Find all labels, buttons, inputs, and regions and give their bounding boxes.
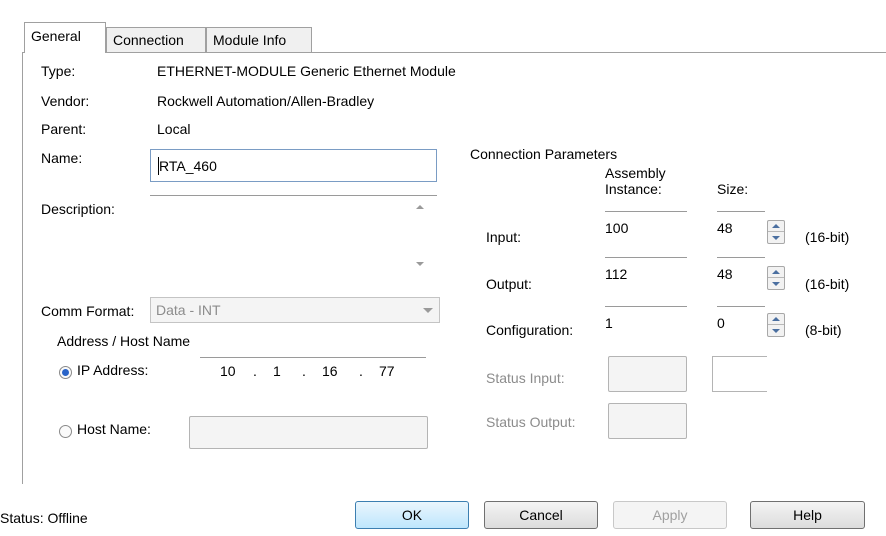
output-size-spinner[interactable] (767, 266, 785, 290)
tab-divider (22, 52, 886, 53)
description-textarea[interactable] (150, 195, 437, 285)
configuration-instance-field[interactable]: 1 (605, 306, 687, 332)
ip-dot-2: . (302, 363, 306, 379)
type-label: Type: (41, 63, 76, 79)
spin-down-icon[interactable] (768, 278, 784, 289)
ip-address-field[interactable]: 10 . 1 . 16 . 77 (200, 357, 426, 385)
input-size-spinner[interactable] (767, 220, 785, 244)
help-button[interactable]: Help (750, 501, 865, 529)
description-label: Description: (41, 201, 115, 217)
output-size-field[interactable]: 48 (717, 257, 765, 283)
parent-value: Local (157, 121, 191, 137)
comm-format-value: Data - INT (156, 302, 221, 318)
status-output-field[interactable] (608, 403, 687, 439)
comm-format-label: Comm Format: (41, 303, 135, 319)
output-instance-field[interactable]: 112 (605, 257, 687, 283)
spin-down-icon[interactable] (768, 232, 784, 243)
input-label: Input: (486, 229, 522, 245)
ip-dot-1: . (253, 363, 257, 379)
spin-up-icon[interactable] (768, 221, 784, 232)
ip-octet-2: 1 (273, 363, 281, 379)
configuration-size-value: 0 (717, 315, 725, 331)
name-label: Name: (41, 150, 83, 166)
scroll-down-icon[interactable] (416, 262, 424, 266)
ip-address-label: IP Address: (77, 362, 149, 378)
connection-parameters-title: Connection Parameters (470, 146, 618, 162)
host-name-label: Host Name: (77, 421, 151, 437)
ip-dot-3: . (359, 363, 363, 379)
configuration-unit: (8-bit) (805, 322, 842, 338)
input-size-field[interactable]: 48 (717, 211, 765, 237)
output-instance-value: 112 (605, 266, 628, 282)
apply-button[interactable]: Apply (613, 501, 727, 529)
input-instance-value: 100 (605, 220, 629, 236)
host-name-input[interactable] (189, 416, 428, 449)
configuration-label: Configuration: (486, 322, 574, 338)
status-input-label: Status Input: (486, 370, 565, 386)
output-unit: (16-bit) (805, 276, 850, 292)
tab-panel-border (22, 52, 23, 484)
ip-address-radio[interactable] (59, 366, 72, 379)
vendor-label: Vendor: (41, 93, 90, 109)
tab-module-info[interactable]: Module Info (206, 27, 312, 52)
input-instance-field[interactable]: 100 (605, 211, 687, 237)
dropdown-arrow-icon (423, 308, 433, 313)
status-input-size-field[interactable] (712, 356, 767, 392)
ok-button[interactable]: OK (355, 501, 469, 529)
ip-octet-4: 77 (379, 363, 395, 379)
address-group-label: Address / Host Name (57, 333, 191, 349)
vendor-value: Rockwell Automation/Allen-Bradley (157, 93, 375, 109)
spin-up-icon[interactable] (768, 314, 784, 325)
name-input-value: RTA_460 (159, 158, 217, 174)
cancel-button[interactable]: Cancel (484, 501, 598, 529)
comm-format-select[interactable]: Data - INT (150, 297, 440, 323)
host-name-radio[interactable] (59, 425, 72, 438)
type-value: ETHERNET-MODULE Generic Ethernet Module (157, 63, 456, 79)
assembly-header-line2: Instance: (605, 181, 662, 197)
name-input[interactable]: RTA_460 (150, 149, 437, 182)
status-output-label: Status Output: (486, 414, 576, 430)
spin-up-icon[interactable] (768, 267, 784, 278)
ip-octet-3: 16 (322, 363, 338, 379)
configuration-size-spinner[interactable] (767, 313, 785, 337)
output-size-value: 48 (717, 266, 733, 282)
configuration-size-field[interactable]: 0 (717, 306, 765, 332)
input-unit: (16-bit) (805, 229, 850, 245)
spin-down-icon[interactable] (768, 325, 784, 336)
input-size-value: 48 (717, 220, 733, 236)
configuration-instance-value: 1 (605, 315, 613, 331)
scroll-up-icon[interactable] (416, 205, 424, 209)
status-text: Status: Offline (0, 510, 88, 526)
tab-connection[interactable]: Connection (106, 27, 206, 52)
size-header: Size: (717, 181, 749, 197)
assembly-header-line1: Assembly (605, 165, 666, 181)
ip-octet-1: 10 (220, 363, 236, 379)
parent-label: Parent: (41, 121, 87, 137)
status-input-field[interactable] (608, 356, 687, 392)
output-label: Output: (486, 276, 532, 292)
tab-general[interactable]: General (24, 22, 106, 53)
